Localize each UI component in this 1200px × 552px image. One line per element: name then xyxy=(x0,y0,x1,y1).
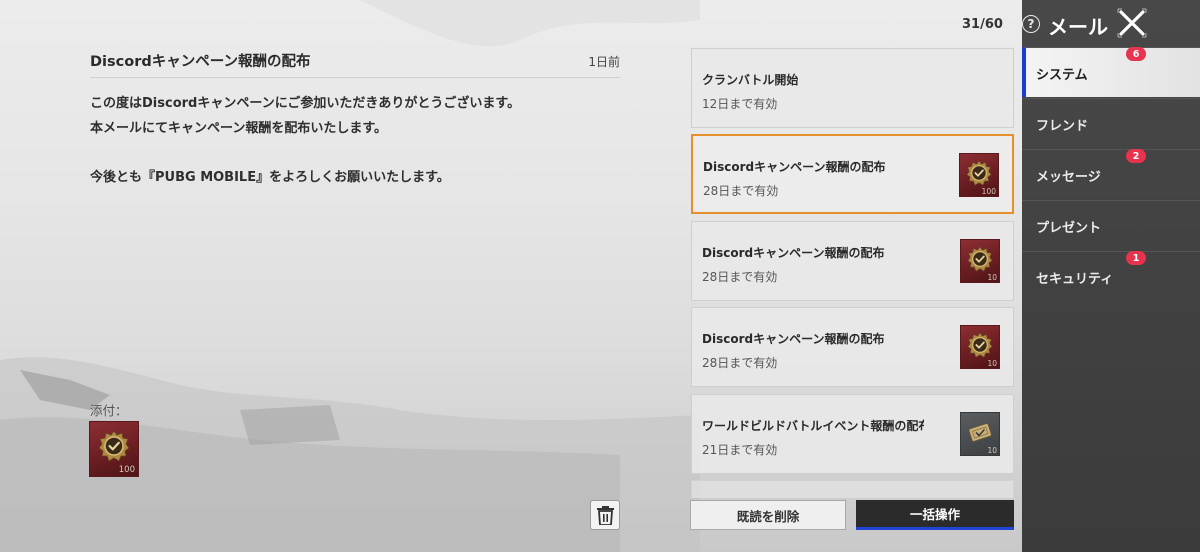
nav-item-message[interactable]: 2 メッセージ xyxy=(1022,149,1200,199)
nav-item-label: フレンド xyxy=(1036,119,1089,134)
nav-item-label: メッセージ xyxy=(1036,170,1101,185)
nav-item-label: セキュリティ xyxy=(1036,272,1114,287)
nav-item-friend[interactable]: フレンド xyxy=(1022,98,1200,148)
medal-icon xyxy=(966,160,992,186)
mail-reward-thumb: 100 xyxy=(959,153,999,197)
reward-quantity: 10 xyxy=(987,359,997,368)
mail-list-item[interactable]: Discordキャンペーン報酬の配布 28日まで有効 10 xyxy=(691,307,1014,387)
mail-subject: Discordキャンペーン報酬の配布 xyxy=(703,160,886,174)
nav-item-system[interactable]: 6 システム xyxy=(1022,47,1200,97)
nav-item-security[interactable]: 1 セキュリティ xyxy=(1022,251,1200,301)
unread-badge: 2 xyxy=(1126,149,1146,163)
mail-body-line-2: 本メールにてキャンペーン報酬を配布いたします。 xyxy=(90,121,388,136)
mail-detail-title: Discordキャンペーン報酬の配布 xyxy=(90,54,311,70)
mail-reward-thumb: 10 xyxy=(960,325,1000,369)
page-title: メール xyxy=(1048,15,1108,39)
mail-list-item[interactable]: クランバトル開始 12日まで有効 xyxy=(691,48,1014,128)
nav-item-label: プレゼント xyxy=(1036,221,1102,236)
bulk-action-button[interactable]: 一括操作 xyxy=(856,500,1014,530)
unread-badge: 1 xyxy=(1126,251,1146,265)
mail-body-line-1: この度はDiscordキャンペーンにご参加いただきありがとうございます。 xyxy=(90,96,521,111)
mail-list-item-partial[interactable] xyxy=(691,480,1014,498)
mail-detail-time: 1日前 xyxy=(588,55,620,69)
nav-item-label: システム xyxy=(1036,68,1088,83)
nav-item-present[interactable]: プレゼント xyxy=(1022,200,1200,250)
attachment-quantity: 100 xyxy=(118,465,135,475)
reward-quantity: 10 xyxy=(987,273,997,282)
trash-icon xyxy=(597,506,614,525)
help-icon[interactable]: ? xyxy=(1022,15,1040,33)
mail-subject: ワールドビルドバトルイベント報酬の配布 xyxy=(702,419,924,433)
medal-icon xyxy=(967,332,993,358)
mail-counter: 31/60 xyxy=(962,17,1003,32)
close-icon xyxy=(1117,8,1147,38)
mail-list-item[interactable]: Discordキャンペーン報酬の配布 28日まで有効 10 xyxy=(691,221,1014,301)
mail-body-line-3: 今後とも『PUBG MOBILE』をよろしくお願いいたします。 xyxy=(90,170,450,185)
attachment-item[interactable]: 100 xyxy=(89,421,139,477)
mail-expiry: 12日まで有効 xyxy=(702,97,778,111)
mail-subject: Discordキャンペーン報酬の配布 xyxy=(702,246,885,260)
mail-expiry: 28日まで有効 xyxy=(703,184,779,198)
mail-subject: クランバトル開始 xyxy=(702,73,799,87)
reward-quantity: 10 xyxy=(987,446,997,455)
mail-expiry: 28日まで有効 xyxy=(702,356,778,370)
delete-mail-button[interactable] xyxy=(590,500,620,530)
medal-icon xyxy=(98,430,130,462)
mail-list-item[interactable]: ワールドビルドバトルイベント報酬の配布 21日まで有効 10 xyxy=(691,394,1014,474)
mail-list-item-selected[interactable]: Discordキャンペーン報酬の配布 28日まで有効 100 xyxy=(691,134,1014,214)
delete-read-button[interactable]: 既読を削除 xyxy=(690,500,846,530)
mail-expiry: 28日まで有効 xyxy=(702,270,778,284)
close-button[interactable] xyxy=(1116,7,1148,39)
mail-subject: Discordキャンペーン報酬の配布 xyxy=(702,332,885,346)
ticket-icon xyxy=(968,423,992,442)
mail-reward-thumb: 10 xyxy=(960,412,1000,456)
mail-reward-thumb: 10 xyxy=(960,239,1000,283)
mail-detail-header: Discordキャンペーン報酬の配布 1日前 xyxy=(90,48,620,78)
reward-quantity: 100 xyxy=(981,187,996,196)
attachment-label: 添付： xyxy=(90,403,128,418)
unread-badge: 6 xyxy=(1126,47,1146,61)
medal-icon xyxy=(967,246,993,272)
mail-expiry: 21日まで有効 xyxy=(702,443,778,457)
